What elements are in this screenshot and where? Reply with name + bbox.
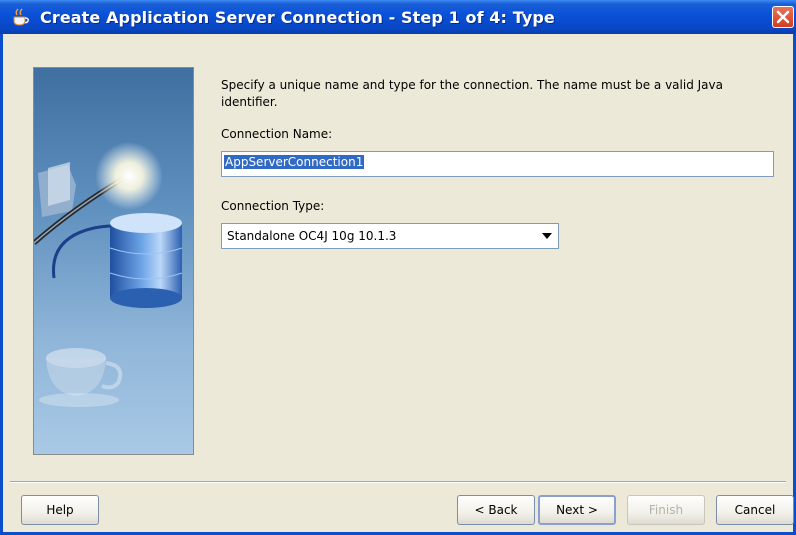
instruction-text: Specify a unique name and type for the c… <box>221 78 723 109</box>
connection-name-input[interactable]: AppServerConnection1 <box>221 151 774 177</box>
connection-type-label: Connection Type: <box>221 199 325 213</box>
help-button[interactable]: Help <box>21 495 99 525</box>
illustration-graphic <box>34 68 193 454</box>
java-cup-icon <box>13 8 29 26</box>
title-bar[interactable]: Create Application Server Connection - S… <box>0 0 796 34</box>
wizard-illustration <box>33 67 194 455</box>
connection-name-label: Connection Name: <box>221 127 333 141</box>
connection-type-value: Standalone OC4J 10g 10.1.3 <box>227 229 397 243</box>
close-icon <box>776 10 790 24</box>
dropdown-arrow-icon[interactable] <box>542 233 552 239</box>
back-button[interactable]: < Back <box>457 495 535 525</box>
finish-button[interactable]: Finish <box>627 495 705 525</box>
next-button[interactable]: Next > <box>538 495 616 525</box>
dialog-window: Create Application Server Connection - S… <box>0 0 796 535</box>
connection-name-value: AppServerConnection1 <box>224 155 365 169</box>
button-separator <box>10 481 786 483</box>
cancel-button[interactable]: Cancel <box>716 495 794 525</box>
connection-type-select[interactable]: Standalone OC4J 10g 10.1.3 <box>221 223 559 249</box>
window-frame-left <box>0 34 3 535</box>
close-button[interactable] <box>772 6 794 28</box>
window-title: Create Application Server Connection - S… <box>40 8 555 27</box>
